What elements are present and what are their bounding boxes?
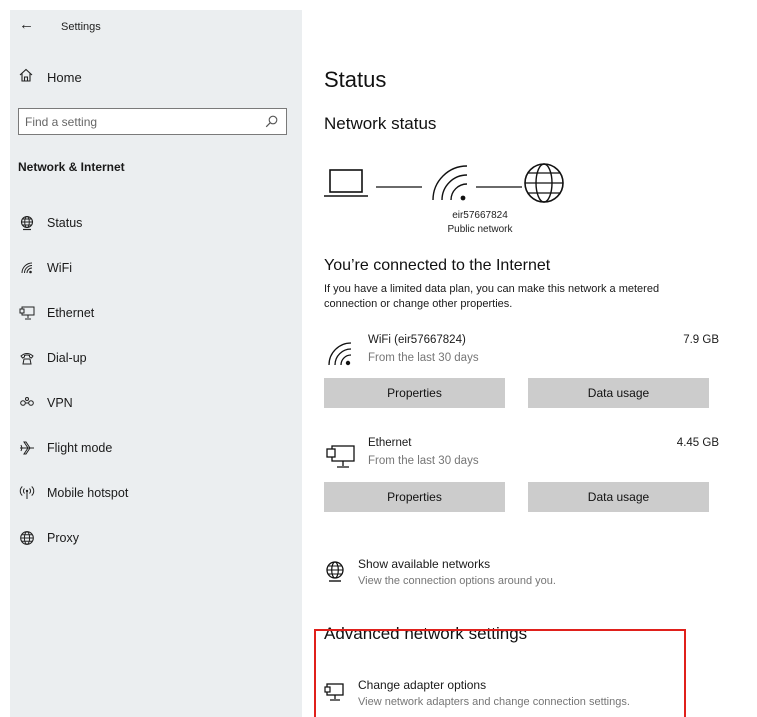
sidebar-item-dialup[interactable]: Dial-up bbox=[10, 341, 302, 386]
ethernet-icon bbox=[19, 306, 35, 320]
adapter-data-size: 4.45 GB bbox=[676, 437, 719, 449]
home-link[interactable]: Home bbox=[10, 62, 302, 92]
adapter-name: WiFi (eir57667824) bbox=[368, 334, 466, 346]
wifi-adapter-usage: WiFi (eir57667824) From the last 30 days… bbox=[324, 332, 719, 372]
sidebar-item-label: Mobile hotspot bbox=[47, 486, 129, 500]
network-name: eir57667824 bbox=[452, 210, 508, 221]
sidebar-item-label: Proxy bbox=[47, 531, 79, 545]
search-box[interactable] bbox=[18, 108, 287, 135]
sidebar-item-label: Flight mode bbox=[47, 441, 113, 455]
home-label: Home bbox=[47, 70, 82, 85]
sidebar-item-status[interactable]: Status bbox=[10, 206, 302, 251]
network-status-heading: Network status bbox=[324, 114, 437, 133]
network-type: Public network bbox=[447, 224, 513, 235]
link-title: Change adapter options bbox=[358, 678, 487, 692]
wifi-signal-icon bbox=[432, 165, 468, 201]
main-content: Status Network status eir57667824 Public… bbox=[302, 10, 749, 717]
app-title: Settings bbox=[61, 21, 101, 33]
ethernet-adapter-usage: Ethernet From the last 30 days 4.45 GB bbox=[324, 435, 719, 475]
network-diagram-graphic bbox=[324, 163, 564, 203]
sidebar: ← Settings Home Network & Internet bbox=[10, 10, 302, 717]
wifi-icon bbox=[328, 342, 352, 366]
adapter-subtitle: From the last 30 days bbox=[368, 352, 479, 364]
nav-list: Status WiFi Ethernet Dial-up VPN Flight … bbox=[10, 206, 302, 566]
page-title: Status bbox=[324, 67, 387, 92]
sidebar-item-label: Dial-up bbox=[47, 351, 87, 365]
sidebar-item-ethernet[interactable]: Ethernet bbox=[10, 296, 302, 341]
ethernet-properties-button[interactable]: Properties bbox=[324, 482, 505, 512]
internet-globe-icon bbox=[524, 163, 564, 203]
sidebar-item-wifi[interactable]: WiFi bbox=[10, 251, 302, 296]
phone-icon bbox=[20, 353, 34, 365]
connected-description: If you have a limited data plan, you can… bbox=[324, 283, 660, 310]
adapter-data-size: 7.9 GB bbox=[683, 334, 719, 346]
ethernet-data-usage-button[interactable]: Data usage bbox=[528, 482, 709, 512]
wifi-properties-button[interactable]: Properties bbox=[324, 378, 505, 408]
title-bar: ← Settings bbox=[10, 10, 302, 44]
hotspot-icon bbox=[19, 486, 35, 499]
adapter-subtitle: From the last 30 days bbox=[368, 455, 479, 467]
link-title: Show available networks bbox=[358, 557, 491, 571]
connected-heading: You’re connected to the Internet bbox=[324, 257, 551, 274]
globe-status-icon bbox=[20, 215, 34, 231]
link-subtitle: View the connection options around you. bbox=[358, 575, 556, 587]
wifi-data-usage-button[interactable]: Data usage bbox=[528, 378, 709, 408]
globe-icon bbox=[20, 531, 34, 545]
link-subtitle: View network adapters and change connect… bbox=[358, 696, 630, 708]
change-adapter-options-link[interactable]: Change adapter options View network adap… bbox=[324, 676, 724, 716]
home-icon bbox=[19, 68, 33, 82]
sidebar-item-proxy[interactable]: Proxy bbox=[10, 521, 302, 566]
network-diagram: eir57667824 Public network bbox=[324, 160, 624, 240]
settings-window: ← Settings Home Network & Internet bbox=[10, 10, 749, 717]
sidebar-item-mobile-hotspot[interactable]: Mobile hotspot bbox=[10, 476, 302, 521]
airplane-icon bbox=[20, 441, 34, 455]
back-arrow-icon[interactable]: ← bbox=[19, 16, 34, 33]
section-title: Network & Internet bbox=[18, 160, 125, 174]
wifi-icon bbox=[21, 262, 33, 274]
laptop-icon bbox=[324, 169, 368, 197]
sidebar-item-flight-mode[interactable]: Flight mode bbox=[10, 431, 302, 476]
ethernet-icon bbox=[326, 445, 355, 468]
sidebar-item-label: VPN bbox=[47, 396, 73, 410]
vpn-icon bbox=[20, 397, 34, 406]
sidebar-item-label: Status bbox=[47, 216, 83, 230]
sidebar-item-label: Ethernet bbox=[47, 306, 95, 320]
monitor-network-icon bbox=[324, 683, 344, 701]
globe-status-icon bbox=[326, 561, 344, 582]
sidebar-item-label: WiFi bbox=[47, 261, 72, 275]
search-icon[interactable] bbox=[265, 115, 278, 128]
show-available-networks-link[interactable]: Show available networks View the connect… bbox=[324, 555, 724, 595]
search-input[interactable] bbox=[25, 114, 255, 130]
adapter-name: Ethernet bbox=[368, 437, 412, 449]
sidebar-item-vpn[interactable]: VPN bbox=[10, 386, 302, 431]
